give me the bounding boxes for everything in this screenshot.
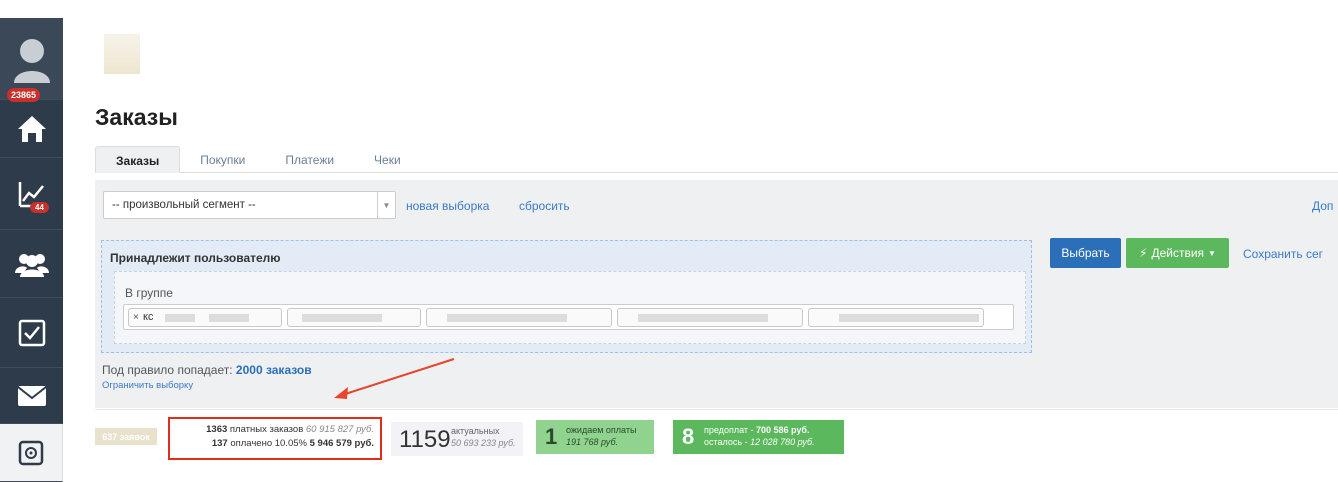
- user-avatar-icon: [13, 38, 50, 83]
- analytics-badge: 44: [30, 202, 49, 213]
- group-tags-input[interactable]: × кс: [123, 304, 1014, 330]
- tab-purchases[interactable]: Покупки: [180, 146, 265, 173]
- additional-link[interactable]: Доп: [1312, 199, 1333, 213]
- awaiting-payment-stat[interactable]: 1 ожидаем оплаты 191 768 руб.: [536, 420, 654, 454]
- filter-panel: -- произвольный сегмент -- ▼ новая выбор…: [95, 180, 1338, 408]
- rule-count-prefix: Под правило попадает:: [102, 363, 233, 377]
- group-tag[interactable]: [617, 308, 803, 327]
- actual-sum: 50 693 233 руб.: [451, 438, 516, 448]
- rule-block: Принадлежит пользователю В группе × кс: [101, 240, 1032, 353]
- remain-line: осталось - 12 028 780 руб.: [704, 437, 815, 447]
- mail-icon: [16, 385, 47, 406]
- page-title: Заказы: [95, 104, 178, 130]
- company-logo: [104, 34, 140, 74]
- tab-payments[interactable]: Платежи: [265, 146, 354, 173]
- actual-label: актуальных: [451, 426, 500, 436]
- select-button[interactable]: Выбрать: [1050, 238, 1121, 268]
- sidebar-item-users[interactable]: [0, 230, 63, 298]
- checkbox-icon: [18, 319, 45, 346]
- actions-button-label: Действия: [1151, 246, 1205, 260]
- annotation-arrow-icon: [334, 358, 455, 399]
- tab-receipts[interactable]: Чеки: [354, 146, 421, 173]
- sidebar-item-tasks[interactable]: [0, 298, 63, 368]
- group-tag[interactable]: [808, 308, 984, 327]
- group-tag-label: кс: [143, 311, 154, 323]
- sidebar: 23865 44: [0, 18, 63, 482]
- tab-bar: Заказы Покупки Платежи Чеки: [95, 146, 1338, 173]
- new-selection-link[interactable]: новая выборка: [406, 199, 489, 213]
- save-segment-link[interactable]: Сохранить сег: [1243, 247, 1323, 261]
- actual-orders-stat[interactable]: 1159 актуальных 50 693 233 руб.: [391, 422, 523, 456]
- wait-label: ожидаем оплаты: [566, 425, 637, 435]
- group-tag[interactable]: [287, 308, 421, 327]
- stats-bar: 637 заявок 1363 платных заказов 60 915 8…: [95, 409, 1338, 460]
- segment-select-value: -- произвольный сегмент --: [112, 199, 256, 211]
- group-tag[interactable]: × кс: [128, 308, 282, 327]
- sidebar-item-mail[interactable]: [0, 368, 63, 424]
- home-icon: [17, 115, 46, 142]
- safe-icon: [18, 440, 44, 465]
- prepayment-stat[interactable]: 8 предоплат - 700 586 руб. осталось - 12…: [673, 420, 844, 454]
- close-icon[interactable]: ×: [133, 312, 139, 323]
- limit-selection-link[interactable]: Ограничить выборку: [102, 380, 193, 391]
- sidebar-item-home[interactable]: [0, 100, 63, 158]
- paid-orders-stat[interactable]: 1363 платных заказов 60 915 827 руб. 137…: [168, 417, 382, 460]
- caret-down-icon: ▼: [1208, 248, 1216, 258]
- group-condition: В группе × кс: [114, 271, 1026, 344]
- sidebar-item-safe[interactable]: [0, 424, 63, 482]
- requests-badge[interactable]: 637 заявок: [95, 428, 157, 445]
- chevron-down-icon: ▼: [377, 192, 395, 218]
- rule-count: Под правило попадает: 2000 заказов: [102, 363, 312, 377]
- lightning-icon: ⚡: [1139, 246, 1148, 260]
- rule-title: Принадлежит пользователю: [110, 251, 281, 265]
- prepay-count: 8: [682, 424, 695, 449]
- actions-button[interactable]: ⚡ Действия ▼: [1126, 238, 1229, 268]
- reset-link[interactable]: сбросить: [519, 199, 570, 213]
- sidebar-item-analytics[interactable]: 44: [0, 158, 63, 230]
- payed-orders-line: 137 оплачено 10.05% 5 946 579 руб.: [211, 438, 374, 449]
- paid-orders-line: 1363 платных заказов 60 915 827 руб.: [206, 424, 374, 435]
- group-tag[interactable]: [426, 308, 612, 327]
- prepay-line: предоплат - 700 586 руб.: [704, 425, 810, 435]
- wait-sum: 191 768 руб.: [566, 437, 619, 447]
- wait-count: 1: [545, 424, 558, 449]
- rule-count-value[interactable]: 2000 заказов: [236, 363, 312, 377]
- tab-orders[interactable]: Заказы: [95, 146, 181, 173]
- segment-select[interactable]: -- произвольный сегмент -- ▼: [103, 191, 396, 219]
- group-label: В группе: [125, 286, 173, 300]
- actual-count: 1159: [399, 426, 451, 453]
- users-icon: [14, 253, 49, 277]
